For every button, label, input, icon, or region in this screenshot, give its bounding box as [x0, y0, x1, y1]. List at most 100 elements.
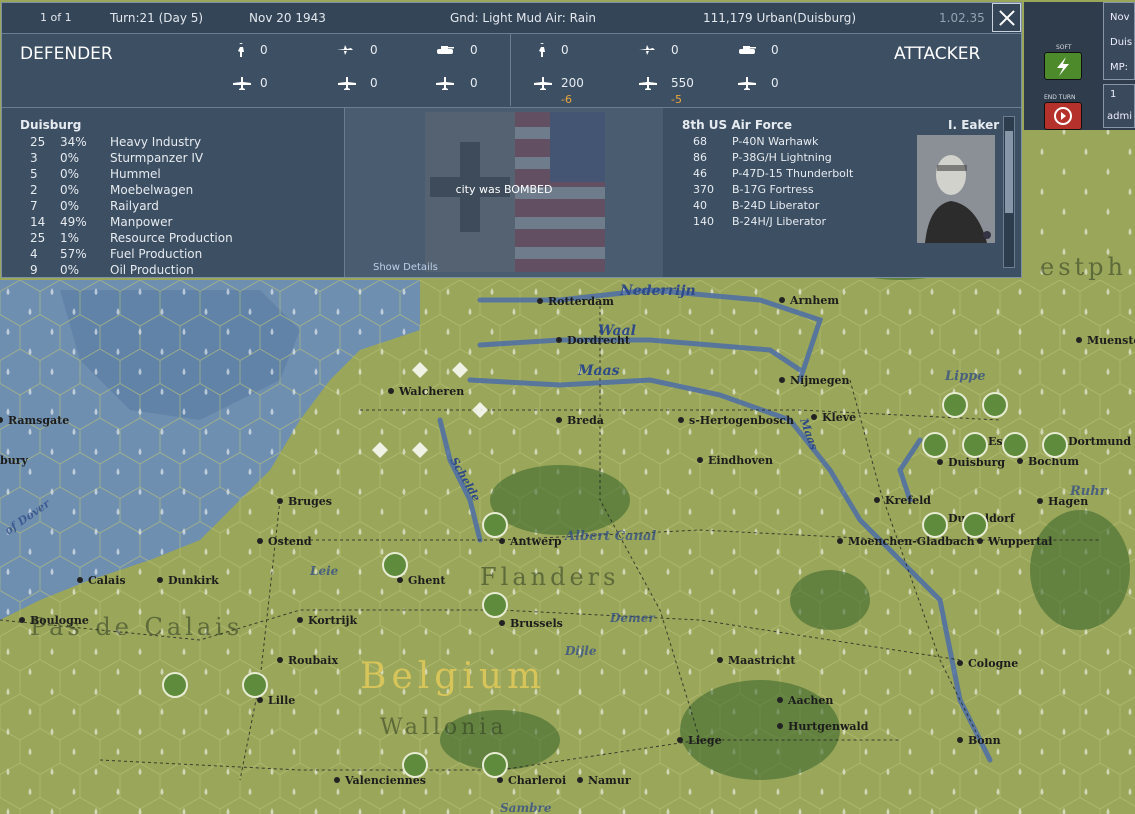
show-details-link[interactable]: Show Details	[373, 262, 438, 273]
city-marker[interactable]	[957, 737, 963, 743]
city-marker[interactable]	[697, 457, 703, 463]
city-label: Duisburg	[948, 456, 1005, 469]
bomber-icon	[638, 76, 658, 90]
soft-button[interactable]	[1044, 52, 1082, 80]
city-label: Kleve	[822, 411, 856, 424]
river-label: Ruhr	[1069, 484, 1108, 499]
city-label: bury	[0, 454, 28, 467]
air-unit-marker[interactable]	[1042, 432, 1068, 458]
player-name: admi	[1107, 111, 1132, 122]
city-marker[interactable]	[499, 538, 505, 544]
defender-unit-count: 0	[470, 43, 478, 57]
city-marker[interactable]	[397, 577, 403, 583]
air-unit-marker[interactable]	[382, 552, 408, 578]
city-marker[interactable]	[388, 388, 394, 394]
region-label: estph	[1040, 253, 1127, 281]
city-marker[interactable]	[297, 617, 303, 623]
city-marker[interactable]	[556, 337, 562, 343]
panel-topbar: 1 of 1 Turn:21 (Day 5) Nov 20 1943 Gnd: …	[2, 3, 1021, 34]
air-unit-marker[interactable]	[962, 432, 988, 458]
air-unit-marker[interactable]	[962, 512, 988, 538]
city-marker[interactable]	[157, 577, 163, 583]
city-marker[interactable]	[779, 297, 785, 303]
air-unit-marker[interactable]	[482, 752, 508, 778]
air-unit-marker[interactable]	[982, 392, 1008, 418]
target-label: Moebelwagen	[110, 183, 194, 197]
air-unit-marker[interactable]	[162, 672, 188, 698]
city-marker[interactable]	[257, 697, 263, 703]
city-marker[interactable]	[277, 498, 283, 504]
city-label: Cologne	[968, 657, 1018, 670]
city-label: Bruges	[288, 495, 332, 508]
city-label: Nijmegen	[790, 374, 850, 387]
city-label: Lille	[268, 694, 295, 707]
attacker-unit-count: 550	[671, 76, 694, 90]
scrollbar[interactable]	[1003, 116, 1015, 268]
end-turn-label: END TURN	[1044, 94, 1076, 101]
target-num: 25	[30, 135, 46, 149]
close-button[interactable]	[992, 3, 1021, 32]
city-marker[interactable]	[811, 414, 817, 420]
target-list: Duisburg 25 34% Heavy Industry 3 0% Sturmpanz…	[2, 108, 343, 277]
air-unit-marker[interactable]	[402, 752, 428, 778]
side-divider	[510, 34, 511, 106]
air-unit-marker[interactable]	[242, 672, 268, 698]
city-marker[interactable]	[257, 538, 263, 544]
airforce-name: 8th US Air Force	[682, 118, 792, 132]
city-marker[interactable]	[677, 737, 683, 743]
player-number: 1	[1110, 89, 1117, 100]
target-label: Railyard	[110, 199, 159, 213]
city-marker[interactable]	[874, 497, 880, 503]
city-marker[interactable]	[19, 617, 25, 623]
city-marker[interactable]	[556, 417, 562, 423]
target-num: 5	[30, 167, 38, 181]
city-marker[interactable]	[277, 657, 283, 663]
air-unit-marker[interactable]	[922, 432, 948, 458]
city-marker[interactable]	[537, 298, 543, 304]
end-turn-button[interactable]	[1044, 102, 1082, 130]
city-label: Muenster	[1087, 334, 1135, 347]
air-unit-marker[interactable]	[482, 512, 508, 538]
city-marker[interactable]	[499, 620, 505, 626]
city-label: Namur	[588, 774, 631, 787]
air-unit-marker[interactable]	[942, 392, 968, 418]
air-unit-marker[interactable]	[1002, 432, 1028, 458]
city-marker[interactable]	[678, 417, 684, 423]
city-label: Bonn	[968, 734, 1001, 747]
city-label: Ramsgate	[8, 414, 69, 427]
city-marker[interactable]	[577, 777, 583, 783]
city-marker[interactable]	[837, 538, 843, 544]
target-num: 7	[30, 199, 38, 213]
player-info-box: 1 admi	[1103, 84, 1135, 128]
attacker-unit-count: 0	[771, 43, 779, 57]
city-marker[interactable]	[1076, 337, 1082, 343]
scrollbar-thumb[interactable]	[1005, 131, 1013, 213]
attacker-loss: -6	[561, 93, 572, 106]
city-marker[interactable]	[334, 777, 340, 783]
city-marker[interactable]	[777, 723, 783, 729]
city-marker[interactable]	[1017, 458, 1023, 464]
attacker-unit-count: 200	[561, 76, 584, 90]
turn-info-box: Nov Duis MP:	[1103, 2, 1135, 80]
air-unit-marker[interactable]	[922, 512, 948, 538]
city-marker[interactable]	[937, 459, 943, 465]
info-location: Duis	[1110, 37, 1133, 48]
city-marker[interactable]	[497, 777, 503, 783]
city-marker[interactable]	[1037, 498, 1043, 504]
location-label: 111,179 Urban(Duisburg)	[703, 11, 857, 25]
city-marker[interactable]	[977, 538, 983, 544]
city-marker[interactable]	[779, 377, 785, 383]
target-num: 25	[30, 231, 46, 245]
weather-label: Gnd: Light Mud Air: Rain	[450, 11, 597, 25]
target-label: Oil Production	[110, 263, 194, 277]
city-marker[interactable]	[717, 657, 723, 663]
city-marker[interactable]	[77, 577, 83, 583]
target-pct: 0%	[60, 199, 80, 213]
city-marker[interactable]	[957, 660, 963, 666]
air-unit-marker[interactable]	[482, 592, 508, 618]
commander-name: I. Eaker	[948, 118, 1000, 132]
river-label: Maas	[577, 363, 620, 379]
city-marker[interactable]	[777, 697, 783, 703]
city-label: Dortmund	[1068, 435, 1131, 448]
attacker-unit-count: 0	[561, 43, 569, 57]
